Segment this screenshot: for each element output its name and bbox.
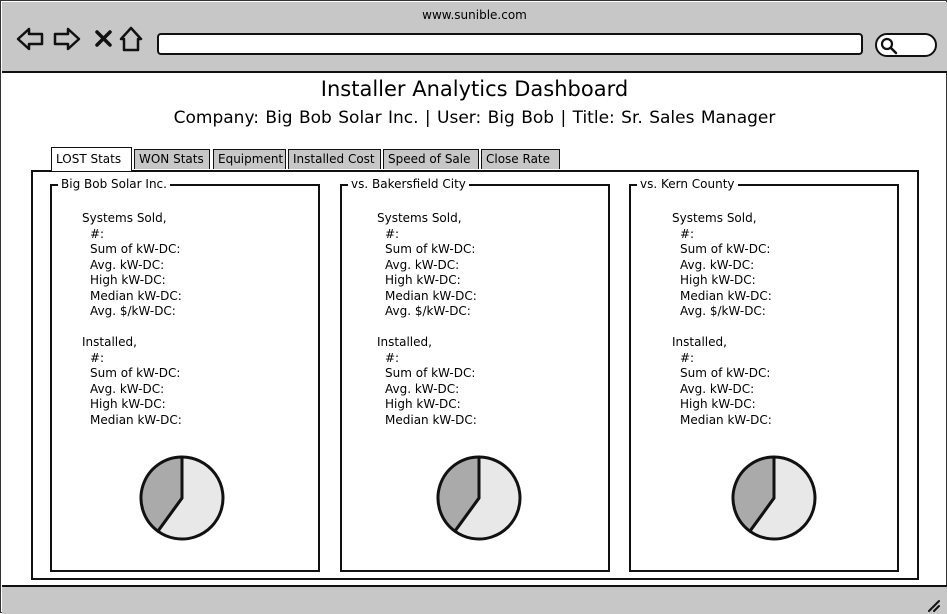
card-title: vs. Bakersfield City (348, 177, 469, 191)
stat-label: Avg. kW-DC: (385, 257, 460, 272)
sold-heading: Systems Sold, (377, 211, 462, 225)
search-icon (880, 37, 898, 55)
home-icon[interactable] (117, 24, 147, 54)
browser-window: www.sunible.com Installer Analytics Dash… (0, 0, 947, 614)
stat-label: #: (90, 350, 105, 365)
stat-label: Median kW-DC: (680, 288, 772, 303)
stat-label: Avg. kW-DC: (90, 381, 165, 396)
card-title: vs. Kern County (637, 177, 738, 191)
page-title: Installer Analytics Dashboard (320, 77, 629, 101)
tab-content-panel: Big Bob Solar Inc. Systems Sold, #: Sum … (31, 170, 919, 580)
stats-list: Systems Sold, #: Sum of kW-DC: Avg. kW-D… (672, 211, 772, 428)
stat-label: Median kW-DC: (385, 412, 477, 427)
stat-label: Avg. $/kW-DC: (680, 304, 766, 318)
stat-label: Sum of kW-DC: (680, 242, 771, 256)
stat-label: High kW-DC: (90, 273, 166, 287)
address-bar[interactable] (157, 33, 863, 55)
stat-label: Avg. $/kW-DC: (385, 304, 471, 318)
page-subtitle: Company: Big Bob Solar Inc. | User: Big … (173, 108, 776, 128)
stat-label: Avg. kW-DC: (385, 381, 460, 396)
search-field[interactable] (875, 33, 937, 57)
stat-label: High kW-DC: (680, 397, 756, 411)
stats-list: Systems Sold, #: Sum of kW-DC: Avg. kW-D… (377, 211, 477, 428)
stat-label: Median kW-DC: (90, 412, 182, 427)
stat-label: #: (385, 350, 400, 365)
stat-label: #: (680, 350, 695, 365)
stat-label: High kW-DC: (90, 397, 166, 411)
stats-card-company: Big Bob Solar Inc. Systems Sold, #: Sum … (50, 177, 320, 572)
tab-installed-cost[interactable]: Installed Cost (288, 149, 381, 169)
browser-toolbar: www.sunible.com (2, 2, 947, 73)
status-bar (2, 585, 947, 614)
sold-heading: Systems Sold, (672, 211, 757, 225)
tab-equipment[interactable]: Equipment (213, 149, 286, 169)
stat-label: #: (385, 226, 400, 241)
sold-heading: Systems Sold, (82, 211, 167, 225)
installed-heading: Installed, (377, 335, 432, 349)
stat-label: Avg. kW-DC: (680, 257, 755, 272)
tab-lost-stats[interactable]: LOST Stats (51, 147, 132, 171)
resize-grip-icon[interactable] (925, 598, 941, 612)
forward-arrow-icon[interactable] (52, 24, 82, 54)
stat-label: Median kW-DC: (385, 288, 477, 303)
stat-label: #: (680, 226, 695, 241)
tab-won-stats[interactable]: WON Stats (134, 149, 210, 169)
pie-chart (731, 455, 817, 541)
stat-label: Median kW-DC: (680, 412, 772, 427)
stat-label: High kW-DC: (385, 273, 461, 287)
stat-label: Sum of kW-DC: (90, 366, 181, 380)
installed-heading: Installed, (672, 335, 727, 349)
pie-chart (139, 455, 225, 541)
stat-label: #: (90, 226, 105, 241)
back-arrow-icon[interactable] (15, 24, 45, 54)
stat-label: Sum of kW-DC: (680, 366, 771, 380)
stat-label: Sum of kW-DC: (385, 366, 476, 380)
stats-card-city: vs. Bakersfield City Systems Sold, #: Su… (340, 177, 610, 572)
stat-label: Avg. kW-DC: (90, 257, 165, 272)
stat-label: Avg. kW-DC: (680, 381, 755, 396)
card-title: Big Bob Solar Inc. (58, 177, 170, 191)
stat-label: Avg. $/kW-DC: (90, 304, 176, 318)
close-icon[interactable] (90, 24, 120, 54)
stat-label: Sum of kW-DC: (90, 242, 181, 256)
tab-close-rate[interactable]: Close Rate (481, 149, 560, 169)
installed-heading: Installed, (82, 335, 137, 349)
pie-chart (436, 455, 522, 541)
stat-label: High kW-DC: (680, 273, 756, 287)
tab-speed-of-sale[interactable]: Speed of Sale (383, 149, 479, 169)
stats-list: Systems Sold, #: Sum of kW-DC: Avg. kW-D… (82, 211, 182, 428)
stats-card-county: vs. Kern County Systems Sold, #: Sum of … (629, 177, 899, 572)
window-url-title: www.sunible.com (422, 8, 527, 22)
stat-label: Median kW-DC: (90, 288, 182, 303)
stat-label: Sum of kW-DC: (385, 242, 476, 256)
stat-label: High kW-DC: (385, 397, 461, 411)
